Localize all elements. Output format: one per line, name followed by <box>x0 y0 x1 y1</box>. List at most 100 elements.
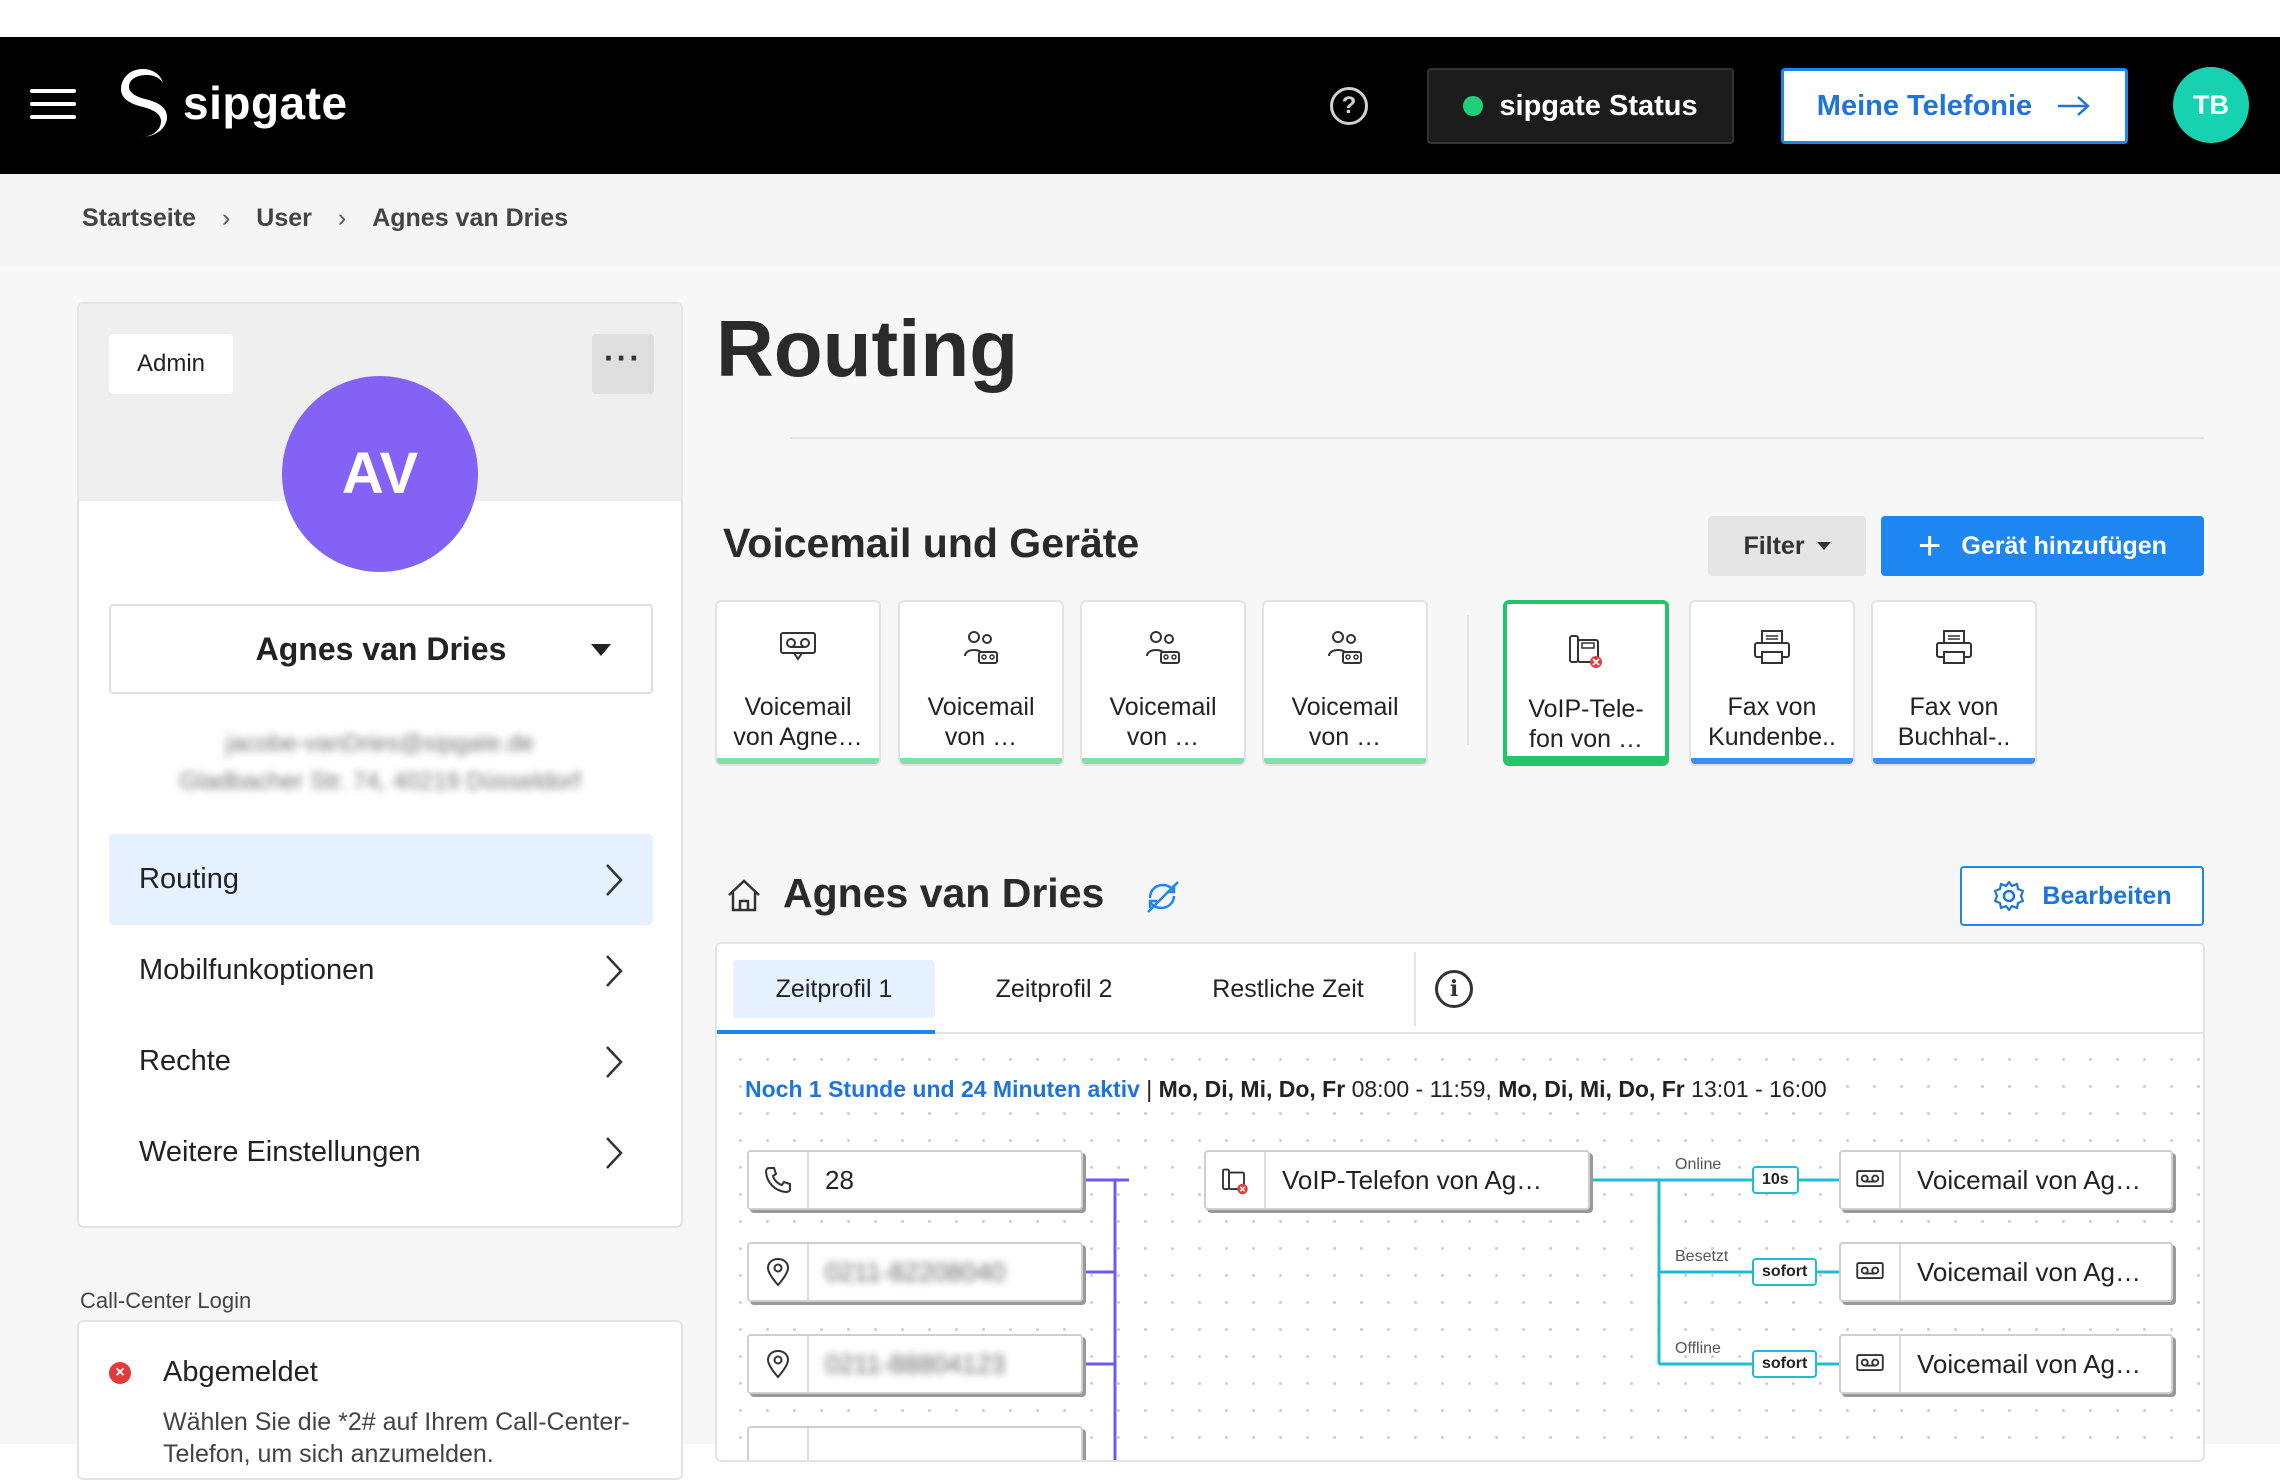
user-profile-card: Admin ··· AV Agnes van Dries jacobe-vanD… <box>77 302 683 1228</box>
device-status-bar <box>717 758 879 764</box>
nav-item-label: Routing <box>139 863 239 895</box>
voip-phone-offline-icon <box>1222 1168 1248 1195</box>
brand-name: sipgate <box>183 77 348 129</box>
device-label-line1: Voicemail <box>927 693 1035 721</box>
voicemail-target-node[interactable]: Voicemail von Ag… <box>1839 1150 2173 1210</box>
source-number-text-blurred: 0211-88804123 <box>825 1348 1006 1379</box>
breadcrumb-startseite[interactable]: Startseite <box>82 204 196 233</box>
device-card-fax[interactable]: Fax von Kundenbe.. <box>1689 600 1855 766</box>
group-voicemail-icon <box>1328 631 1362 664</box>
add-device-label: Gerät hinzufügen <box>1961 531 2167 560</box>
sync-disabled-icon <box>1147 881 1179 913</box>
nav-item-label: Mobilfunkoptionen <box>139 954 375 986</box>
voicemail-target-node[interactable]: Voicemail von Ag… <box>1839 1334 2173 1394</box>
location-pin-icon <box>766 1349 790 1379</box>
account-avatar[interactable]: TB <box>2173 67 2249 143</box>
call-center-state: Abgemeldet <box>163 1356 318 1388</box>
hamburger-menu-icon[interactable] <box>30 89 76 121</box>
chevron-right-icon <box>606 863 623 896</box>
meine-telefonie-label: Meine Telefonie <box>1816 89 2033 122</box>
nav-item-mobilfunkoptionen[interactable]: Mobilfunkoptionen <box>109 925 653 1016</box>
device-label-line2: von … <box>944 723 1018 751</box>
voicemail-target-text: Voicemail von Ag… <box>1917 1256 2142 1287</box>
edit-routing-button[interactable]: Bearbeiten <box>1960 866 2204 926</box>
voicemail-target-text: Voicemail von Ag… <box>1917 1164 2142 1195</box>
voip-phone-offline-icon <box>1569 635 1602 668</box>
breadcrumb-user[interactable]: User <box>256 204 312 233</box>
branch-delay-badge: 10s <box>1752 1166 1799 1194</box>
device-label-line1: Voicemail <box>744 693 852 721</box>
device-card-voip-phone[interactable]: VoIP-Tele-fon von … <box>1503 600 1669 766</box>
meine-telefonie-button[interactable]: Meine Telefonie <box>1781 68 2128 144</box>
routing-panel: Zeitprofil 1 Zeitprofil 2 Restliche Zeit… <box>715 942 2205 1462</box>
user-selector-dropdown[interactable]: Agnes van Dries <box>109 604 653 694</box>
device-label-line2: Kundenbe.. <box>1708 723 1836 751</box>
source-extension-node[interactable]: 28 <box>747 1150 1083 1210</box>
voip-phone-node-text: VoIP-Telefon von Ag… <box>1282 1164 1543 1195</box>
caret-down-icon <box>591 644 611 656</box>
call-center-card: × Abgemeldet Wählen Sie die *2# auf Ihre… <box>77 1320 683 1480</box>
chevron-right-icon <box>606 954 623 987</box>
voicemail-target-text: Voicemail von Ag… <box>1917 1348 2142 1379</box>
device-card-fax[interactable]: Fax von Buchhal-.. <box>1871 600 2037 766</box>
user-address-blurred: Gladbacher Str. 74, 40219 Düsseldorf <box>179 768 581 795</box>
sipgate-logo[interactable]: sipgate <box>117 67 348 139</box>
routing-user-title: Agnes van Dries <box>783 870 1105 916</box>
source-number-text-blurred: 0211-82208040 <box>825 1256 1006 1287</box>
device-card-group-voicemail[interactable]: Voicemail von … <box>898 600 1064 766</box>
home-icon <box>728 879 760 912</box>
edit-routing-label: Bearbeiten <box>2042 881 2172 910</box>
voip-phone-node[interactable]: VoIP-Telefon von Ag… <box>1204 1150 1590 1210</box>
breadcrumb: Startseite › User › Agnes van Dries <box>82 204 568 233</box>
device-status-bar <box>1264 758 1426 764</box>
user-email-blurred: jacobe-vanDries@sipgate.de <box>225 730 535 757</box>
top-navigation-bar: sipgate ? sipgate Status Meine Telefonie… <box>0 37 2280 174</box>
device-card-voicemail[interactable]: Voicemail von Agne… <box>715 600 881 766</box>
call-center-section-label: Call-Center Login <box>80 1288 252 1313</box>
device-label-line2: von Agne… <box>733 723 863 751</box>
page-title: Routing <box>716 304 1019 393</box>
device-card-group-voicemail[interactable]: Voicemail von … <box>1080 600 1246 766</box>
device-card-group-voicemail[interactable]: Voicemail von … <box>1262 600 1428 766</box>
sipgate-logo-icon <box>121 69 167 137</box>
branch-delay-badge: sofort <box>1752 1258 1818 1286</box>
fax-icon <box>1754 630 1790 664</box>
device-status-bar <box>1873 758 2035 764</box>
breadcrumb-bar: Startseite › User › Agnes van Dries <box>0 174 2280 266</box>
nav-item-routing[interactable]: Routing <box>109 834 653 925</box>
voicemail-icon <box>1856 1262 1884 1279</box>
group-voicemail-icon <box>964 631 998 664</box>
nav-item-label: Weitere Einstellungen <box>139 1136 421 1168</box>
device-group-divider <box>1467 615 1469 745</box>
location-pin-icon <box>766 1257 790 1287</box>
voicemail-icon <box>780 632 816 661</box>
group-voicemail-icon <box>1146 631 1180 664</box>
call-center-hint: Wählen Sie die *2# auf Ihrem Call-Center… <box>163 1408 630 1468</box>
device-label-line1: VoIP-Tele- <box>1528 695 1644 723</box>
device-label-line1: Fax von <box>1727 693 1817 721</box>
filter-button[interactable]: Filter <box>1708 516 1866 576</box>
title-divider <box>790 437 2204 439</box>
add-device-button[interactable]: + Gerät hinzufügen <box>1881 516 2204 576</box>
more-options-icon[interactable]: ··· <box>592 334 654 394</box>
source-number-node[interactable]: 0211-88804123 <box>747 1334 1083 1394</box>
voicemail-icon <box>1856 1354 1884 1371</box>
device-label-line1: Voicemail <box>1109 693 1217 721</box>
device-label-line2: von … <box>1308 723 1382 751</box>
device-label-line2: Buchhal-.. <box>1897 723 2011 751</box>
status-online-dot-icon <box>1463 96 1484 116</box>
help-icon[interactable]: ? <box>1330 87 1368 125</box>
device-status-bar <box>1082 758 1244 764</box>
branch-delay-badge: sofort <box>1752 1350 1818 1378</box>
source-partial-node[interactable] <box>747 1426 1083 1460</box>
arrow-right-icon <box>2058 96 2091 116</box>
voicemail-target-node[interactable]: Voicemail von Ag… <box>1839 1242 2173 1302</box>
chevron-right-icon <box>606 1136 623 1169</box>
branch-condition-online: Online <box>1675 1156 1722 1173</box>
nav-item-rechte[interactable]: Rechte <box>109 1016 653 1107</box>
admin-badge: Admin <box>109 334 233 394</box>
sipgate-status-button[interactable]: sipgate Status <box>1427 68 1734 144</box>
source-number-node[interactable]: 0211-82208040 <box>747 1242 1083 1302</box>
status-button-label: sipgate Status <box>1499 89 1698 122</box>
nav-item-weitere-einstellungen[interactable]: Weitere Einstellungen <box>109 1107 653 1198</box>
